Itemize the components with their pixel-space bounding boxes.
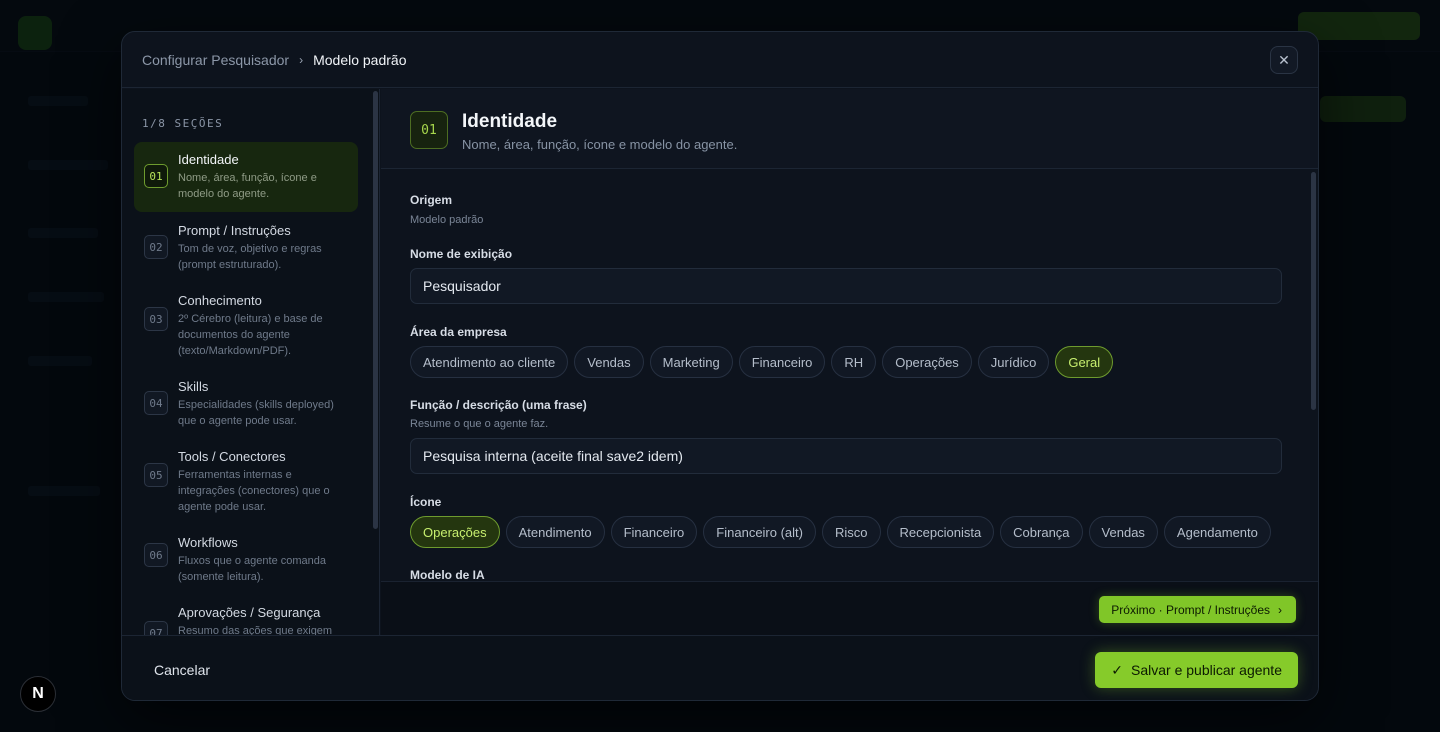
- sidebar-item-tools[interactable]: 05 Tools / Conectores Ferramentas intern…: [134, 439, 358, 525]
- icon-chip-vendas[interactable]: Vendas: [1088, 516, 1158, 548]
- sidebar-item-aprovacoes[interactable]: 07 Aprovações / Segurança Resumo das açõ…: [134, 595, 358, 635]
- sidebar-item-desc: Especialidades (skills deployed) que o a…: [178, 399, 334, 427]
- cancel-button[interactable]: Cancelar: [142, 656, 222, 684]
- area-chip-geral[interactable]: Geral: [1055, 346, 1114, 378]
- next-section-button[interactable]: Próximo · Prompt / Instruções ›: [1099, 596, 1296, 623]
- name-label: Nome de exibição: [410, 247, 513, 261]
- save-button-label: Salvar e publicar agente: [1131, 662, 1282, 678]
- sidebar-item-desc: Fluxos que o agente comanda (somente lei…: [178, 555, 326, 583]
- sidebar-item-title: Conhecimento: [178, 293, 262, 308]
- sidebar-item-title: Skills: [178, 379, 209, 394]
- role-label: Função / descrição (uma frase): [410, 398, 587, 412]
- sidebar-item-skills[interactable]: 04 Skills Especialidades (skills deploye…: [134, 369, 358, 439]
- sidebar-scrollbar[interactable]: [373, 91, 378, 529]
- modal-footer: Cancelar ✓ Salvar e publicar agente: [122, 635, 1318, 700]
- next-button-label: Próximo · Prompt / Instruções: [1111, 602, 1270, 617]
- sidebar-item-title: Aprovações / Segurança: [178, 605, 321, 620]
- section-number-badge: 01: [410, 111, 448, 149]
- area-chip-atendimento[interactable]: Atendimento ao cliente: [410, 346, 569, 378]
- chevron-right-icon: ›: [299, 52, 304, 67]
- section-number: 07: [144, 621, 168, 635]
- sidebar-item-title: Tools / Conectores: [178, 449, 286, 464]
- sidebar-item-workflows[interactable]: 06 Workflows Fluxos que o agente comanda…: [134, 525, 358, 595]
- section-number: 03: [144, 307, 168, 331]
- sections-sidebar: 1/8 SEÇÕES 01 Identidade Nome, área, fun…: [122, 89, 380, 635]
- area-chip-operacoes[interactable]: Operações: [882, 346, 972, 378]
- section-description: Nome, área, função, ícone e modelo do ag…: [462, 137, 738, 152]
- icon-label: Ícone: [410, 495, 442, 509]
- chevron-right-icon: ›: [1278, 602, 1282, 617]
- save-publish-button[interactable]: ✓ Salvar e publicar agente: [1095, 652, 1298, 688]
- check-icon: ✓: [1111, 661, 1123, 678]
- section-number: 01: [144, 164, 168, 188]
- origin-label: Origem: [410, 193, 453, 207]
- icon-chip-risco[interactable]: Risco: [822, 516, 881, 548]
- breadcrumb-current: Modelo padrão: [313, 51, 407, 68]
- model-label: Modelo de IA: [410, 568, 485, 582]
- area-chip-vendas[interactable]: Vendas: [574, 346, 644, 378]
- area-chips: Atendimento ao cliente Vendas Marketing …: [410, 346, 1114, 378]
- role-input[interactable]: Pesquisa interna (aceite final save2 ide…: [410, 438, 1282, 474]
- sidebar-item-desc: Tom de voz, objetivo e regras (prompt es…: [178, 243, 322, 271]
- modal-header: Configurar Pesquisador › Modelo padrão ✕: [122, 32, 1318, 88]
- sidebar-item-identidade[interactable]: 01 Identidade Nome, área, função, ícone …: [134, 142, 358, 212]
- role-hint: Resume o que o agente faz.: [410, 418, 549, 430]
- section-number: 02: [144, 235, 168, 259]
- sidebar-item-desc: Ferramentas internas e integrações (cone…: [178, 469, 330, 513]
- icon-chip-cobranca[interactable]: Cobrança: [1000, 516, 1083, 548]
- area-label: Área da empresa: [410, 325, 507, 339]
- icon-chip-agendamento[interactable]: Agendamento: [1163, 516, 1271, 548]
- icon-chip-financeiro-alt[interactable]: Financeiro (alt): [703, 516, 816, 548]
- sidebar-item-conhecimento[interactable]: 03 Conhecimento 2º Cérebro (leitura) e b…: [134, 283, 358, 369]
- nextjs-devtools-badge[interactable]: N: [20, 676, 56, 712]
- section-title: Identidade: [462, 111, 558, 132]
- icon-chip-atendimento[interactable]: Atendimento: [505, 516, 605, 548]
- icon-chip-operacoes[interactable]: Operações: [410, 516, 500, 548]
- sidebar-item-desc: Nome, área, função, ícone e modelo do ag…: [178, 172, 317, 200]
- icon-chip-recepcionista[interactable]: Recepcionista: [886, 516, 995, 548]
- sidebar-item-desc: Resumo das ações que exigem: [178, 625, 333, 635]
- section-number: 05: [144, 463, 168, 487]
- sidebar-item-prompt[interactable]: 02 Prompt / Instruções Tom de voz, objet…: [134, 213, 358, 283]
- icon-chips: Operações Atendimento Financeiro Finance…: [410, 516, 1271, 548]
- configure-agent-modal: Configurar Pesquisador › Modelo padrão ✕…: [121, 31, 1319, 701]
- section-number: 06: [144, 543, 168, 567]
- area-chip-marketing[interactable]: Marketing: [649, 346, 733, 378]
- area-chip-juridico[interactable]: Jurídico: [977, 346, 1050, 378]
- origin-value: Modelo padrão: [410, 214, 484, 226]
- close-button[interactable]: ✕: [1270, 46, 1298, 74]
- sidebar-item-title: Identidade: [178, 152, 239, 167]
- section-counter: 1/8 SEÇÕES: [142, 117, 224, 130]
- section-footer: Próximo · Prompt / Instruções ›: [381, 581, 1318, 635]
- section-header: 01 Identidade Nome, área, função, ícone …: [381, 89, 1318, 169]
- close-icon: ✕: [1278, 51, 1290, 68]
- area-chip-rh[interactable]: RH: [831, 346, 877, 378]
- sidebar-item-desc: 2º Cérebro (leitura) e base de documento…: [178, 313, 323, 357]
- content-scrollbar[interactable]: [1311, 172, 1316, 410]
- icon-chip-financeiro[interactable]: Financeiro: [610, 516, 698, 548]
- area-chip-financeiro[interactable]: Financeiro: [738, 346, 826, 378]
- breadcrumb-parent[interactable]: Configurar Pesquisador: [142, 52, 289, 68]
- sidebar-item-title: Workflows: [178, 535, 238, 550]
- section-content: 01 Identidade Nome, área, função, ícone …: [381, 89, 1318, 635]
- sidebar-item-title: Prompt / Instruções: [178, 223, 291, 238]
- name-input[interactable]: Pesquisador: [410, 268, 1282, 304]
- section-number: 04: [144, 391, 168, 415]
